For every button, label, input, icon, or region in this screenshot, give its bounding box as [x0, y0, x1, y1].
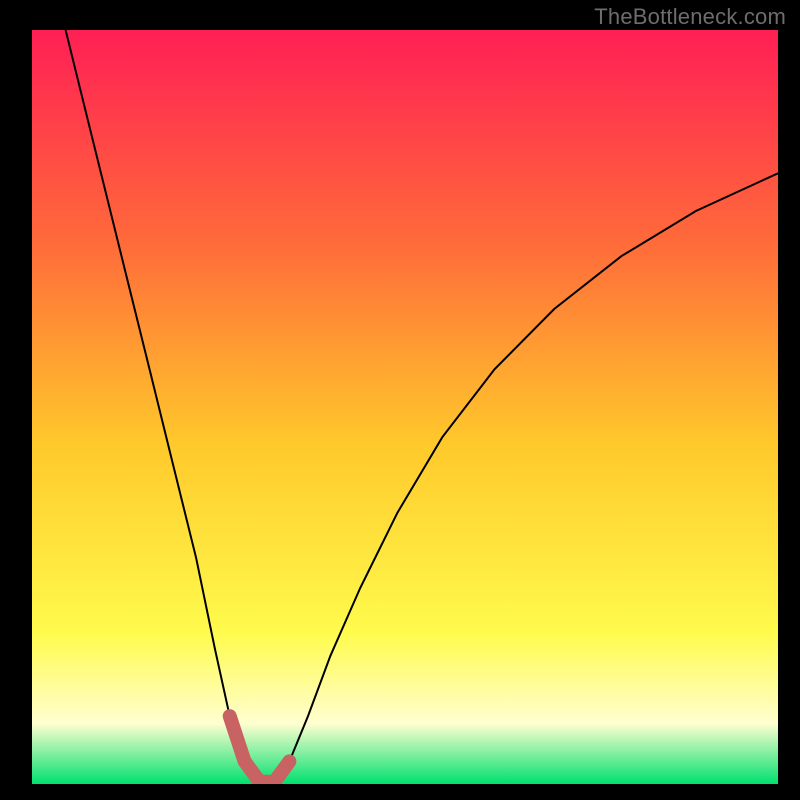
- watermark-text: TheBottleneck.com: [594, 4, 786, 30]
- gradient-background: [32, 30, 778, 784]
- chart-frame: TheBottleneck.com: [0, 0, 800, 800]
- bottleneck-chart: [0, 0, 800, 800]
